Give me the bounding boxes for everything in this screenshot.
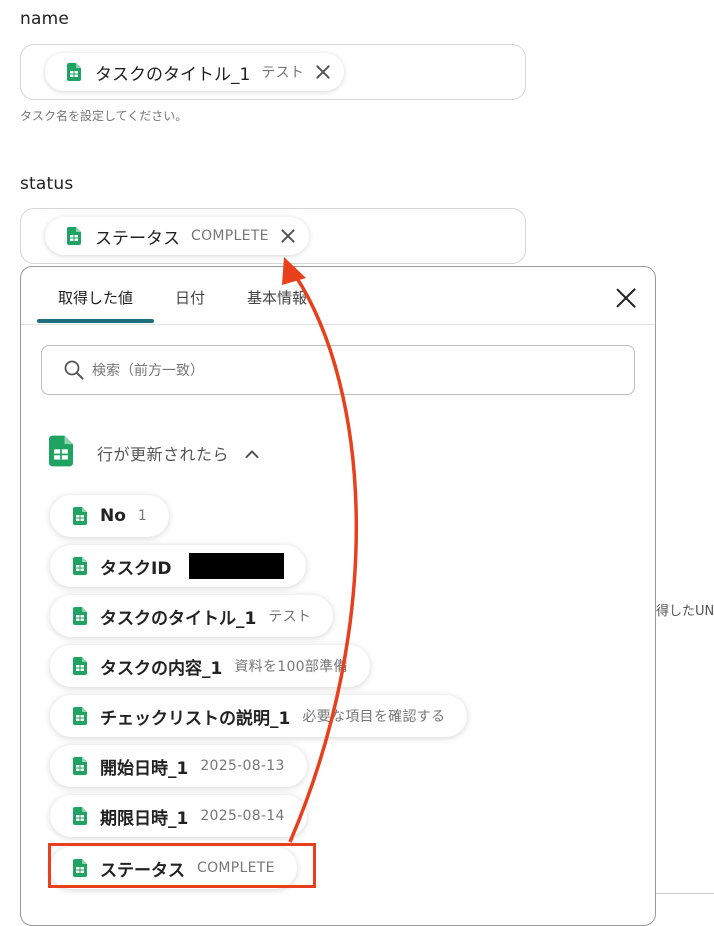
item-name: タスクの内容_1 <box>100 658 223 679</box>
item-name: No <box>100 506 126 526</box>
google-sheets-icon <box>73 707 87 725</box>
list-item[interactable]: No 1 <box>50 495 170 537</box>
item-name: 期限日時_1 <box>100 808 189 829</box>
list-item[interactable]: チェックリストの説明_1 必要な項目を確認する <box>50 695 468 737</box>
search-icon <box>64 360 84 384</box>
list-item[interactable]: タスクの内容_1 資料を100部準備 <box>50 645 370 687</box>
trigger-group-header[interactable]: 行が更新されたら <box>49 435 259 471</box>
google-sheets-icon <box>49 435 73 471</box>
list-item[interactable]: タスクのタイトル_1 テスト <box>50 595 334 637</box>
item-name: タスクID <box>100 558 172 579</box>
item-name: 開始日時_1 <box>100 758 189 779</box>
google-sheets-icon <box>73 607 87 625</box>
item-value: 1 <box>137 508 148 524</box>
google-sheets-icon <box>73 507 87 525</box>
list-item[interactable]: タスクID <box>50 545 307 587</box>
item-value: 必要な項目を確認する <box>302 709 446 725</box>
active-tab-indicator <box>37 319 154 323</box>
google-sheets-icon <box>67 63 81 81</box>
chip-value: COMPLETE <box>191 228 269 244</box>
name-hint: タスク名を設定してください。 <box>20 109 188 123</box>
tab-acquired-values[interactable]: 取得した値 <box>58 287 133 308</box>
status-label: status <box>20 174 74 194</box>
item-value: テスト <box>268 609 312 625</box>
chevron-up-icon[interactable] <box>245 444 259 463</box>
item-name: タスクのタイトル_1 <box>100 608 257 629</box>
search-box[interactable] <box>41 345 635 396</box>
background-text: 得したUN <box>656 604 714 619</box>
google-sheets-icon <box>73 757 87 775</box>
name-value-chip[interactable]: タスクのタイトル_1 テスト <box>45 53 345 91</box>
item-name: チェックリストの説明_1 <box>100 708 291 729</box>
tab-bar: 取得した値 日付 基本情報 <box>21 267 655 325</box>
name-label: name <box>20 9 70 29</box>
google-sheets-icon <box>73 807 87 825</box>
search-input[interactable] <box>90 346 614 396</box>
group-title: 行が更新されたら <box>97 445 230 464</box>
divider <box>656 893 714 894</box>
remove-chip-icon[interactable] <box>279 227 297 245</box>
value-picker-popup: 取得した値 日付 基本情報 行が更新されたら No 1 タスクID タスクのタイ… <box>20 266 656 926</box>
chip-label: タスクのタイトル_1 <box>95 64 251 85</box>
redacted-value <box>189 553 285 579</box>
item-value: 2025-08-13 <box>200 758 285 774</box>
google-sheets-icon <box>67 227 81 245</box>
tab-date[interactable]: 日付 <box>175 287 205 308</box>
tab-basic-info[interactable]: 基本情報 <box>247 287 307 308</box>
google-sheets-icon <box>73 657 87 675</box>
chip-label: ステータス <box>95 228 180 249</box>
highlight-box <box>48 843 316 888</box>
close-icon[interactable] <box>615 287 637 309</box>
list-item[interactable]: 期限日時_1 2025-08-14 <box>50 795 307 837</box>
chip-value: テスト <box>261 65 305 81</box>
item-value: 2025-08-14 <box>200 808 285 824</box>
list-item[interactable]: 開始日時_1 2025-08-13 <box>50 745 307 787</box>
google-sheets-icon <box>73 557 87 575</box>
item-value: 資料を100部準備 <box>234 659 348 675</box>
remove-chip-icon[interactable] <box>314 63 332 81</box>
status-value-chip[interactable]: ステータス COMPLETE <box>45 217 309 255</box>
